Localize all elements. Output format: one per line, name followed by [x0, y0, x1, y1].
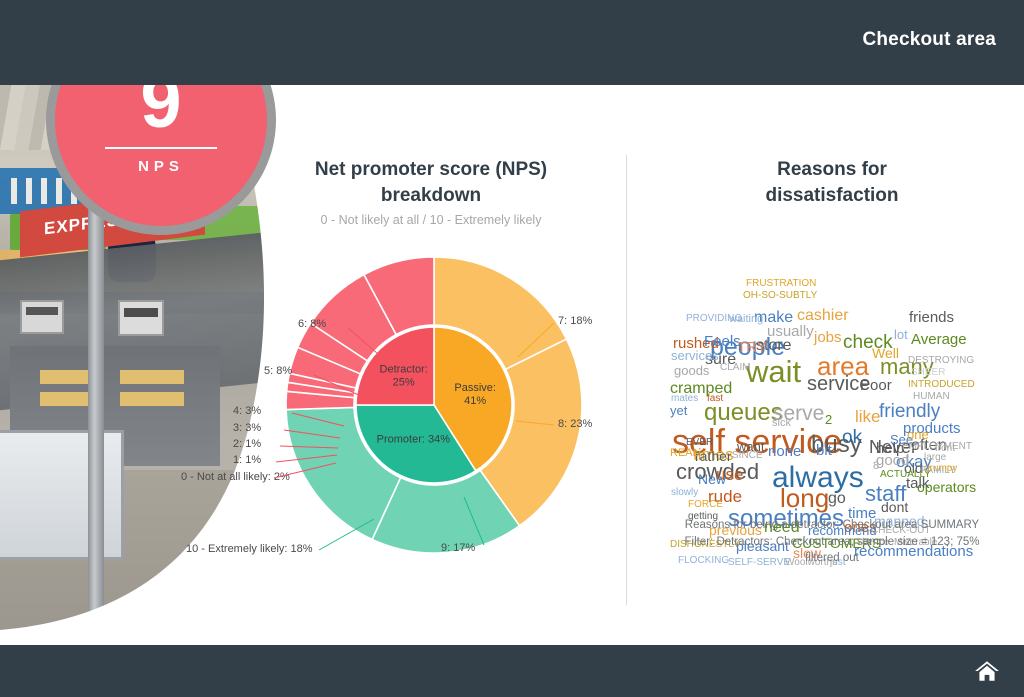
nps-chart-title-line1: Net promoter score (NPS) — [314, 159, 548, 180]
wordcloud-word[interactable]: FORCE — [688, 500, 723, 510]
wordcloud-word[interactable]: grumpy — [924, 464, 957, 474]
wordcloud-word[interactable]: lot — [894, 328, 908, 341]
wordcloud-word[interactable]: mates — [671, 394, 698, 404]
callout-10: 10 - Extremely likely: 18% — [186, 543, 313, 555]
callout-4: 4: 3% — [233, 405, 262, 417]
bottom-bar — [0, 645, 1024, 697]
dissatisfaction-panel: Reasons for dissatisfaction self service… — [640, 85, 1024, 645]
callout-9: 9: 17% — [441, 542, 476, 554]
wordcloud-word[interactable]: REAL — [670, 448, 699, 459]
wordcloud-word[interactable]: queues — [704, 401, 783, 425]
wordcloud-word[interactable]: jobs — [814, 330, 842, 345]
wordcloud-word[interactable]: slowly — [671, 488, 698, 498]
wordcloud-word[interactable]: Feels — [704, 334, 741, 349]
sunburst-inner-ring — [355, 326, 513, 484]
wordcloud-word[interactable]: dont — [881, 500, 908, 514]
wordcloud-word[interactable]: go — [828, 491, 846, 507]
wordcloud-word[interactable]: cashier — [797, 308, 849, 324]
wordcloud-word[interactable]: DESTROYING — [908, 356, 974, 366]
sunburst-inner-label: Promoter: 34% — [377, 434, 451, 446]
wordcloud-word[interactable]: sick — [772, 418, 791, 429]
callout-6: 6: 8% — [298, 318, 327, 330]
wordcloud-word[interactable]: OH-SO-SUBTLY — [743, 291, 817, 301]
footer-line1: Reasons for being a detractor: Checkout … — [684, 519, 980, 531]
wordcloud-word[interactable]: usually — [767, 324, 814, 339]
callout-0: 0 - Not at all likely: 2% — [181, 471, 290, 483]
wordcloud-word[interactable]: one — [907, 428, 929, 441]
wordcloud-word[interactable]: bit — [816, 443, 832, 458]
footer-line3: filtered out — [805, 552, 859, 565]
wordcloud-title-line1: Reasons for — [777, 159, 887, 180]
callout-3: 3: 3% — [233, 422, 262, 434]
wordcloud-word[interactable]: friendly — [879, 402, 940, 421]
nps-chart-title: Net promoter score (NPS) breakdown — [236, 157, 626, 208]
panel-divider — [626, 155, 627, 605]
wordcloud-word[interactable]: EVER — [686, 438, 713, 448]
top-bar: Checkout area — [0, 0, 1024, 85]
nps-breakdown-panel: Net promoter score (NPS) breakdown 0 - N… — [181, 85, 626, 645]
wordcloud-word[interactable]: like — [855, 408, 881, 425]
wordcloud-word[interactable]: New — [698, 472, 726, 486]
wordcloud-word[interactable]: large — [924, 453, 946, 463]
callout-1: 1: 1% — [233, 454, 262, 466]
wordcloud-word[interactable]: rather — [695, 449, 732, 463]
wordcloud-word[interactable]: goods — [674, 364, 709, 377]
wordcloud-word[interactable]: CLAIM — [720, 363, 751, 373]
wordcloud-word[interactable]: Well — [872, 346, 899, 360]
wordcloud-word[interactable]: fast — [707, 394, 723, 404]
nps-sunburst-chart[interactable]: Passive: 41%Promoter: 34%Detractor: 25% — [284, 255, 584, 555]
wordcloud-word[interactable]: 2 — [825, 413, 832, 426]
wordcloud-word[interactable]: SINCE — [732, 451, 763, 461]
wordcloud-title-line2: dissatisfaction — [765, 184, 899, 206]
footer-line2: Filter: Detractors: Checkout area; sampl… — [684, 535, 980, 548]
wordcloud-word[interactable]: services — [671, 349, 719, 362]
wordcloud-word[interactable]: Average — [911, 332, 967, 347]
callout-7: 7: 18% — [558, 315, 593, 327]
wordcloud-word[interactable]: Poor — [860, 378, 892, 393]
wordcloud-word[interactable]: ok — [842, 428, 862, 447]
nps-chart-subtitle: 0 - Not likely at all / 10 - Extremely l… — [320, 213, 542, 227]
callout-5: 5: 8% — [264, 365, 293, 377]
wordcloud-word[interactable]: EMPLOYMENT — [902, 442, 972, 452]
wordcloud-word[interactable]: HUMAN — [913, 392, 950, 402]
wordcloud-word[interactable]: FRUSTRATION — [746, 279, 816, 289]
wordcloud-title: Reasons for dissatisfaction — [640, 157, 1024, 208]
wordcloud-word[interactable]: TRY — [737, 340, 767, 355]
callout-2: 2: 1% — [233, 438, 262, 450]
content-area: Net promoter score (NPS) breakdown 0 - N… — [0, 85, 1024, 645]
page-title: Checkout area — [862, 29, 996, 50]
wordcloud-word[interactable]: PROVIDING — [686, 314, 742, 324]
wordcloud-word[interactable]: SHEER — [911, 368, 945, 378]
home-icon[interactable] — [972, 658, 1002, 684]
wordcloud-word[interactable]: INTRODUCED — [908, 380, 975, 390]
wordcloud-footer: Reasons for being a detractor: Checkout … — [654, 517, 1010, 567]
wordcloud[interactable]: self service wait always sometimes people que… — [668, 248, 998, 568]
wordcloud-word[interactable]: long — [780, 485, 829, 511]
wordcloud-word[interactable]: none — [768, 444, 801, 459]
wordcloud-word[interactable]: yet — [670, 404, 687, 417]
callout-8: 8: 23% — [558, 418, 593, 430]
wordcloud-word[interactable]: friends — [909, 310, 954, 325]
nps-chart-title-line2: breakdown — [380, 184, 482, 206]
wordcloud-word[interactable]: 8 — [873, 461, 879, 472]
